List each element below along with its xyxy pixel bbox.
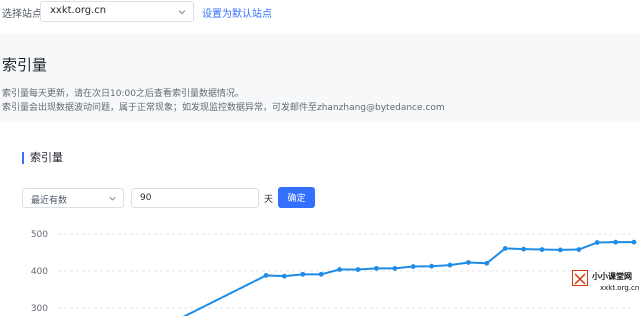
site-select-value: xxkt.org.cn <box>50 5 107 16</box>
chevron-down-icon <box>109 196 116 201</box>
y-tick-label: 300 <box>31 304 48 314</box>
data-point[interactable] <box>521 246 526 252</box>
range-select-value: 最近有数 <box>31 196 68 206</box>
range-select[interactable]: 最近有数 <box>22 188 124 208</box>
data-point[interactable] <box>484 260 490 266</box>
data-point[interactable] <box>502 246 508 251</box>
page-title: 索引量 <box>2 56 48 74</box>
data-point[interactable] <box>337 267 342 272</box>
data-point[interactable] <box>300 271 306 277</box>
y-tick-label: 500 <box>31 230 48 240</box>
data-point[interactable] <box>576 247 582 252</box>
chevron-down-icon <box>178 10 186 15</box>
data-point[interactable] <box>429 263 434 269</box>
data-point[interactable] <box>631 239 637 245</box>
watermark-url: xxkt.org.cn <box>600 284 640 292</box>
data-point[interactable] <box>355 267 361 272</box>
index-line-chart: 500 400 300 <box>31 230 637 316</box>
data-point[interactable] <box>594 240 600 245</box>
logo-icon <box>572 270 588 286</box>
confirm-button[interactable]: 确定 <box>278 187 315 208</box>
notice-line-2: 索引量会出现数据波动问题，属于正常现象；如发现监控数据异常，可发邮件至zhanz… <box>2 103 445 113</box>
site-select-label: 选择站点 <box>2 9 42 20</box>
data-point[interactable] <box>613 239 618 245</box>
watermark-title: 小小课堂网 <box>592 272 632 281</box>
data-point[interactable] <box>374 266 379 271</box>
data-point[interactable] <box>392 266 398 271</box>
section-title: 索引量 <box>22 152 63 164</box>
days-input[interactable] <box>131 188 259 208</box>
series-line <box>182 241 634 316</box>
y-tick-label: 400 <box>31 267 48 277</box>
days-unit-label: 天 <box>264 195 274 205</box>
data-point[interactable] <box>558 247 563 253</box>
index-chart-card: 索引量 最近有数 天 确定 500 400 300 <box>0 130 640 316</box>
data-point[interactable] <box>282 273 287 279</box>
set-default-site-link[interactable]: 设置为默认站点 <box>202 5 272 20</box>
notice-panel: 索引量 索引量每天更新，请在次日10:00之后查看索引量数据情况。 索引量会出现… <box>0 34 640 122</box>
watermark-logo: 小小课堂网 xxkt.org.cn <box>570 268 640 316</box>
top-bar: 选择站点 xxkt.org.cn 设置为默认站点 <box>0 0 640 28</box>
data-point[interactable] <box>539 247 545 252</box>
data-point[interactable] <box>466 260 471 265</box>
data-point[interactable] <box>447 262 453 268</box>
data-point[interactable] <box>410 264 416 269</box>
site-select[interactable]: xxkt.org.cn <box>40 1 194 22</box>
data-point[interactable] <box>263 273 269 278</box>
data-point[interactable] <box>318 271 324 277</box>
notice-line-1: 索引量每天更新，请在次日10:00之后查看索引量数据情况。 <box>2 89 244 99</box>
